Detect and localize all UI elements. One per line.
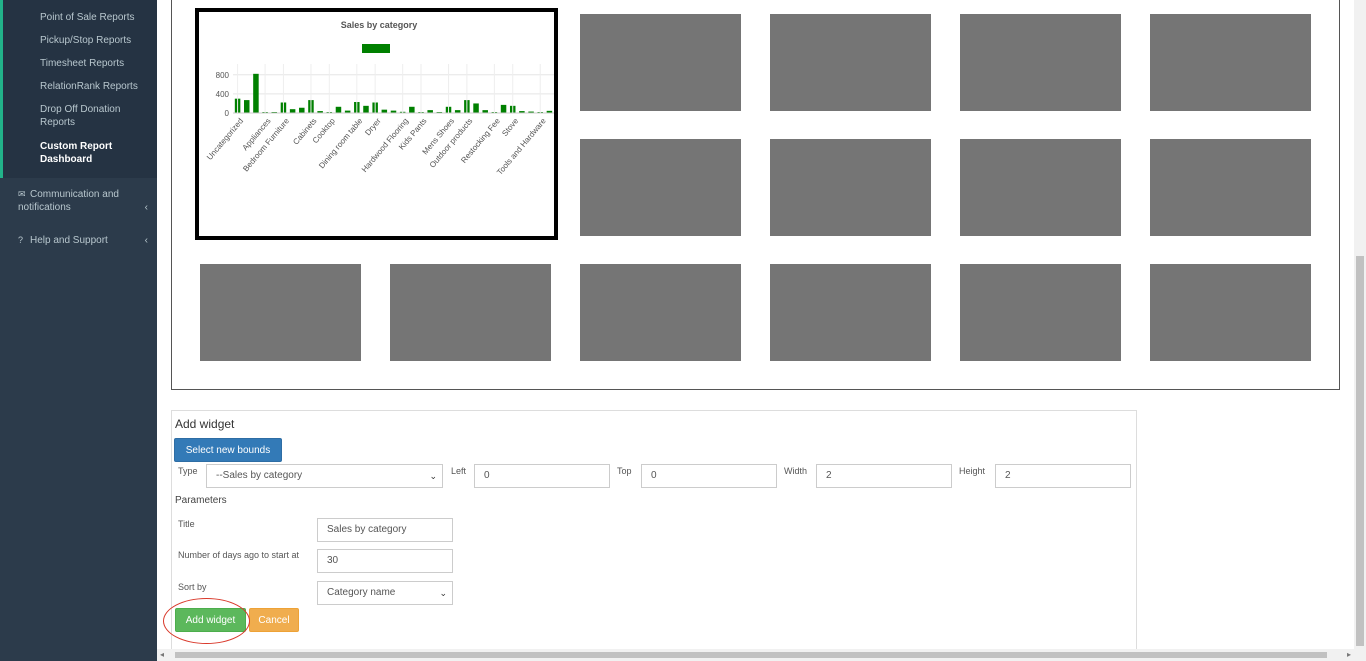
horizontal-scrollbar-thumb[interactable] <box>175 652 1327 658</box>
chart-bar <box>289 109 296 113</box>
empty-widget-slot[interactable] <box>770 264 931 361</box>
sort-by-select[interactable]: Category name ⌄ <box>317 581 453 605</box>
height-input[interactable]: 2 <box>995 464 1131 488</box>
width-label: Width <box>784 466 808 476</box>
chevron-left-icon: ‹ <box>144 235 148 246</box>
sidebar-item-label: Communication and notifications <box>18 189 119 213</box>
chart-x-tick-label: Stove <box>500 116 520 138</box>
horizontal-scrollbar[interactable]: ◂ ▸ <box>157 649 1354 661</box>
vertical-scrollbar[interactable] <box>1354 0 1366 661</box>
title-input[interactable]: Sales by category <box>317 518 453 542</box>
sidebar-item-help-and-support[interactable]: ? Help and Support ‹ <box>18 234 148 247</box>
chart-bar <box>473 103 479 113</box>
parameters-heading: Parameters <box>175 495 227 506</box>
chart-y-tick-label: 0 <box>225 109 230 118</box>
chart-bar <box>335 106 342 113</box>
chart-y-tick-label: 800 <box>216 71 230 80</box>
empty-widget-slot[interactable] <box>580 139 741 236</box>
empty-widget-slot[interactable] <box>960 14 1121 111</box>
top-label: Top <box>617 466 632 476</box>
envelope-icon: ✉ <box>18 189 26 199</box>
empty-widget-slot[interactable] <box>770 139 931 236</box>
type-select-value: --Sales by category <box>216 470 303 481</box>
empty-widget-slot[interactable] <box>1150 139 1311 236</box>
empty-widget-slot[interactable] <box>580 14 741 111</box>
chart-y-tick-label: 400 <box>216 90 230 99</box>
days-input[interactable]: 30 <box>317 549 453 573</box>
sidebar-item-relationrank-reports[interactable]: RelationRank Reports <box>40 80 152 93</box>
sidebar-item-communication[interactable]: ✉ Communication and notifications ‹ <box>18 188 148 214</box>
chart-bar <box>363 105 369 113</box>
main-content: Sales by category 0 400 800 Uncategorized App… <box>157 0 1354 661</box>
form-title: Add widget <box>175 417 235 431</box>
chevron-left-icon: ‹ <box>144 202 148 213</box>
top-input[interactable]: 0 <box>641 464 777 488</box>
sidebar-item-point-of-sale-reports[interactable]: Point of Sale Reports <box>40 11 152 24</box>
height-label: Height <box>959 466 986 476</box>
select-new-bounds-button[interactable]: Select new bounds <box>174 438 282 462</box>
chart-bar <box>253 73 259 113</box>
chart-x-tick-label: Tools and Hardware <box>495 116 548 177</box>
scroll-left-icon[interactable]: ◂ <box>160 650 164 659</box>
chart-bar <box>244 100 250 113</box>
chart-x-tick-label: Dryer <box>363 116 383 137</box>
chart-bar <box>381 109 388 113</box>
reports-submenu: Point of Sale Reports Pickup/Stop Report… <box>0 0 157 178</box>
empty-widget-slot[interactable] <box>960 264 1121 361</box>
sidebar-item-custom-report-dashboard[interactable]: Custom Report Dashboard <box>40 140 130 166</box>
empty-widget-slot[interactable] <box>770 14 931 111</box>
left-input[interactable]: 0 <box>474 464 610 488</box>
chevron-down-icon: ⌄ <box>429 471 437 481</box>
title-label: Title <box>178 519 195 529</box>
sidebar-item-drop-off-donation-reports[interactable]: Drop Off Donation Reports <box>40 103 140 129</box>
empty-widget-slot[interactable] <box>580 264 741 361</box>
chart-bar <box>299 107 305 113</box>
question-circle-icon: ? <box>18 235 24 245</box>
chevron-down-icon: ⌄ <box>439 588 447 598</box>
days-label: Number of days ago to start at <box>178 550 300 560</box>
empty-widget-slot[interactable] <box>1150 14 1311 111</box>
empty-widget-slot[interactable] <box>1150 264 1311 361</box>
scroll-right-icon[interactable]: ▸ <box>1347 650 1351 659</box>
type-label: Type <box>178 466 198 476</box>
sidebar-item-label: Help and Support <box>30 235 108 246</box>
chart-bar <box>500 104 507 113</box>
sidebar: Point of Sale Reports Pickup/Stop Report… <box>0 0 157 661</box>
add-widget-form: Add widget Select new bounds Type --Sale… <box>163 410 1137 661</box>
sales-by-category-chart: Sales by category0400800UncategorizedApp… <box>205 20 554 177</box>
cancel-button[interactable]: Cancel <box>249 608 299 632</box>
sort-by-select-value: Category name <box>327 587 396 598</box>
sidebar-item-pickup-stop-reports[interactable]: Pickup/Stop Reports <box>40 34 152 47</box>
empty-widget-slot[interactable] <box>390 264 551 361</box>
vertical-scrollbar-thumb[interactable] <box>1356 256 1364 646</box>
left-label: Left <box>451 466 467 476</box>
sales-by-category-widget[interactable]: Sales by category 0 400 800 Uncategorized App… <box>195 8 558 240</box>
chart-bar <box>409 106 415 113</box>
chart-title: Sales by category <box>341 20 418 30</box>
width-input[interactable]: 2 <box>816 464 952 488</box>
empty-widget-slot[interactable] <box>960 139 1121 236</box>
chart-legend-swatch <box>362 44 390 53</box>
chart-x-tick-label: Uncategorized <box>205 117 245 162</box>
type-select[interactable]: --Sales by category ⌄ <box>206 464 443 488</box>
sort-by-label: Sort by <box>178 582 207 592</box>
add-widget-button[interactable]: Add widget <box>175 608 246 632</box>
dashboard-grid: Sales by category 0 400 800 Uncategorized App… <box>171 0 1340 390</box>
empty-widget-slot[interactable] <box>200 264 361 361</box>
sidebar-item-timesheet-reports[interactable]: Timesheet Reports <box>40 57 152 70</box>
